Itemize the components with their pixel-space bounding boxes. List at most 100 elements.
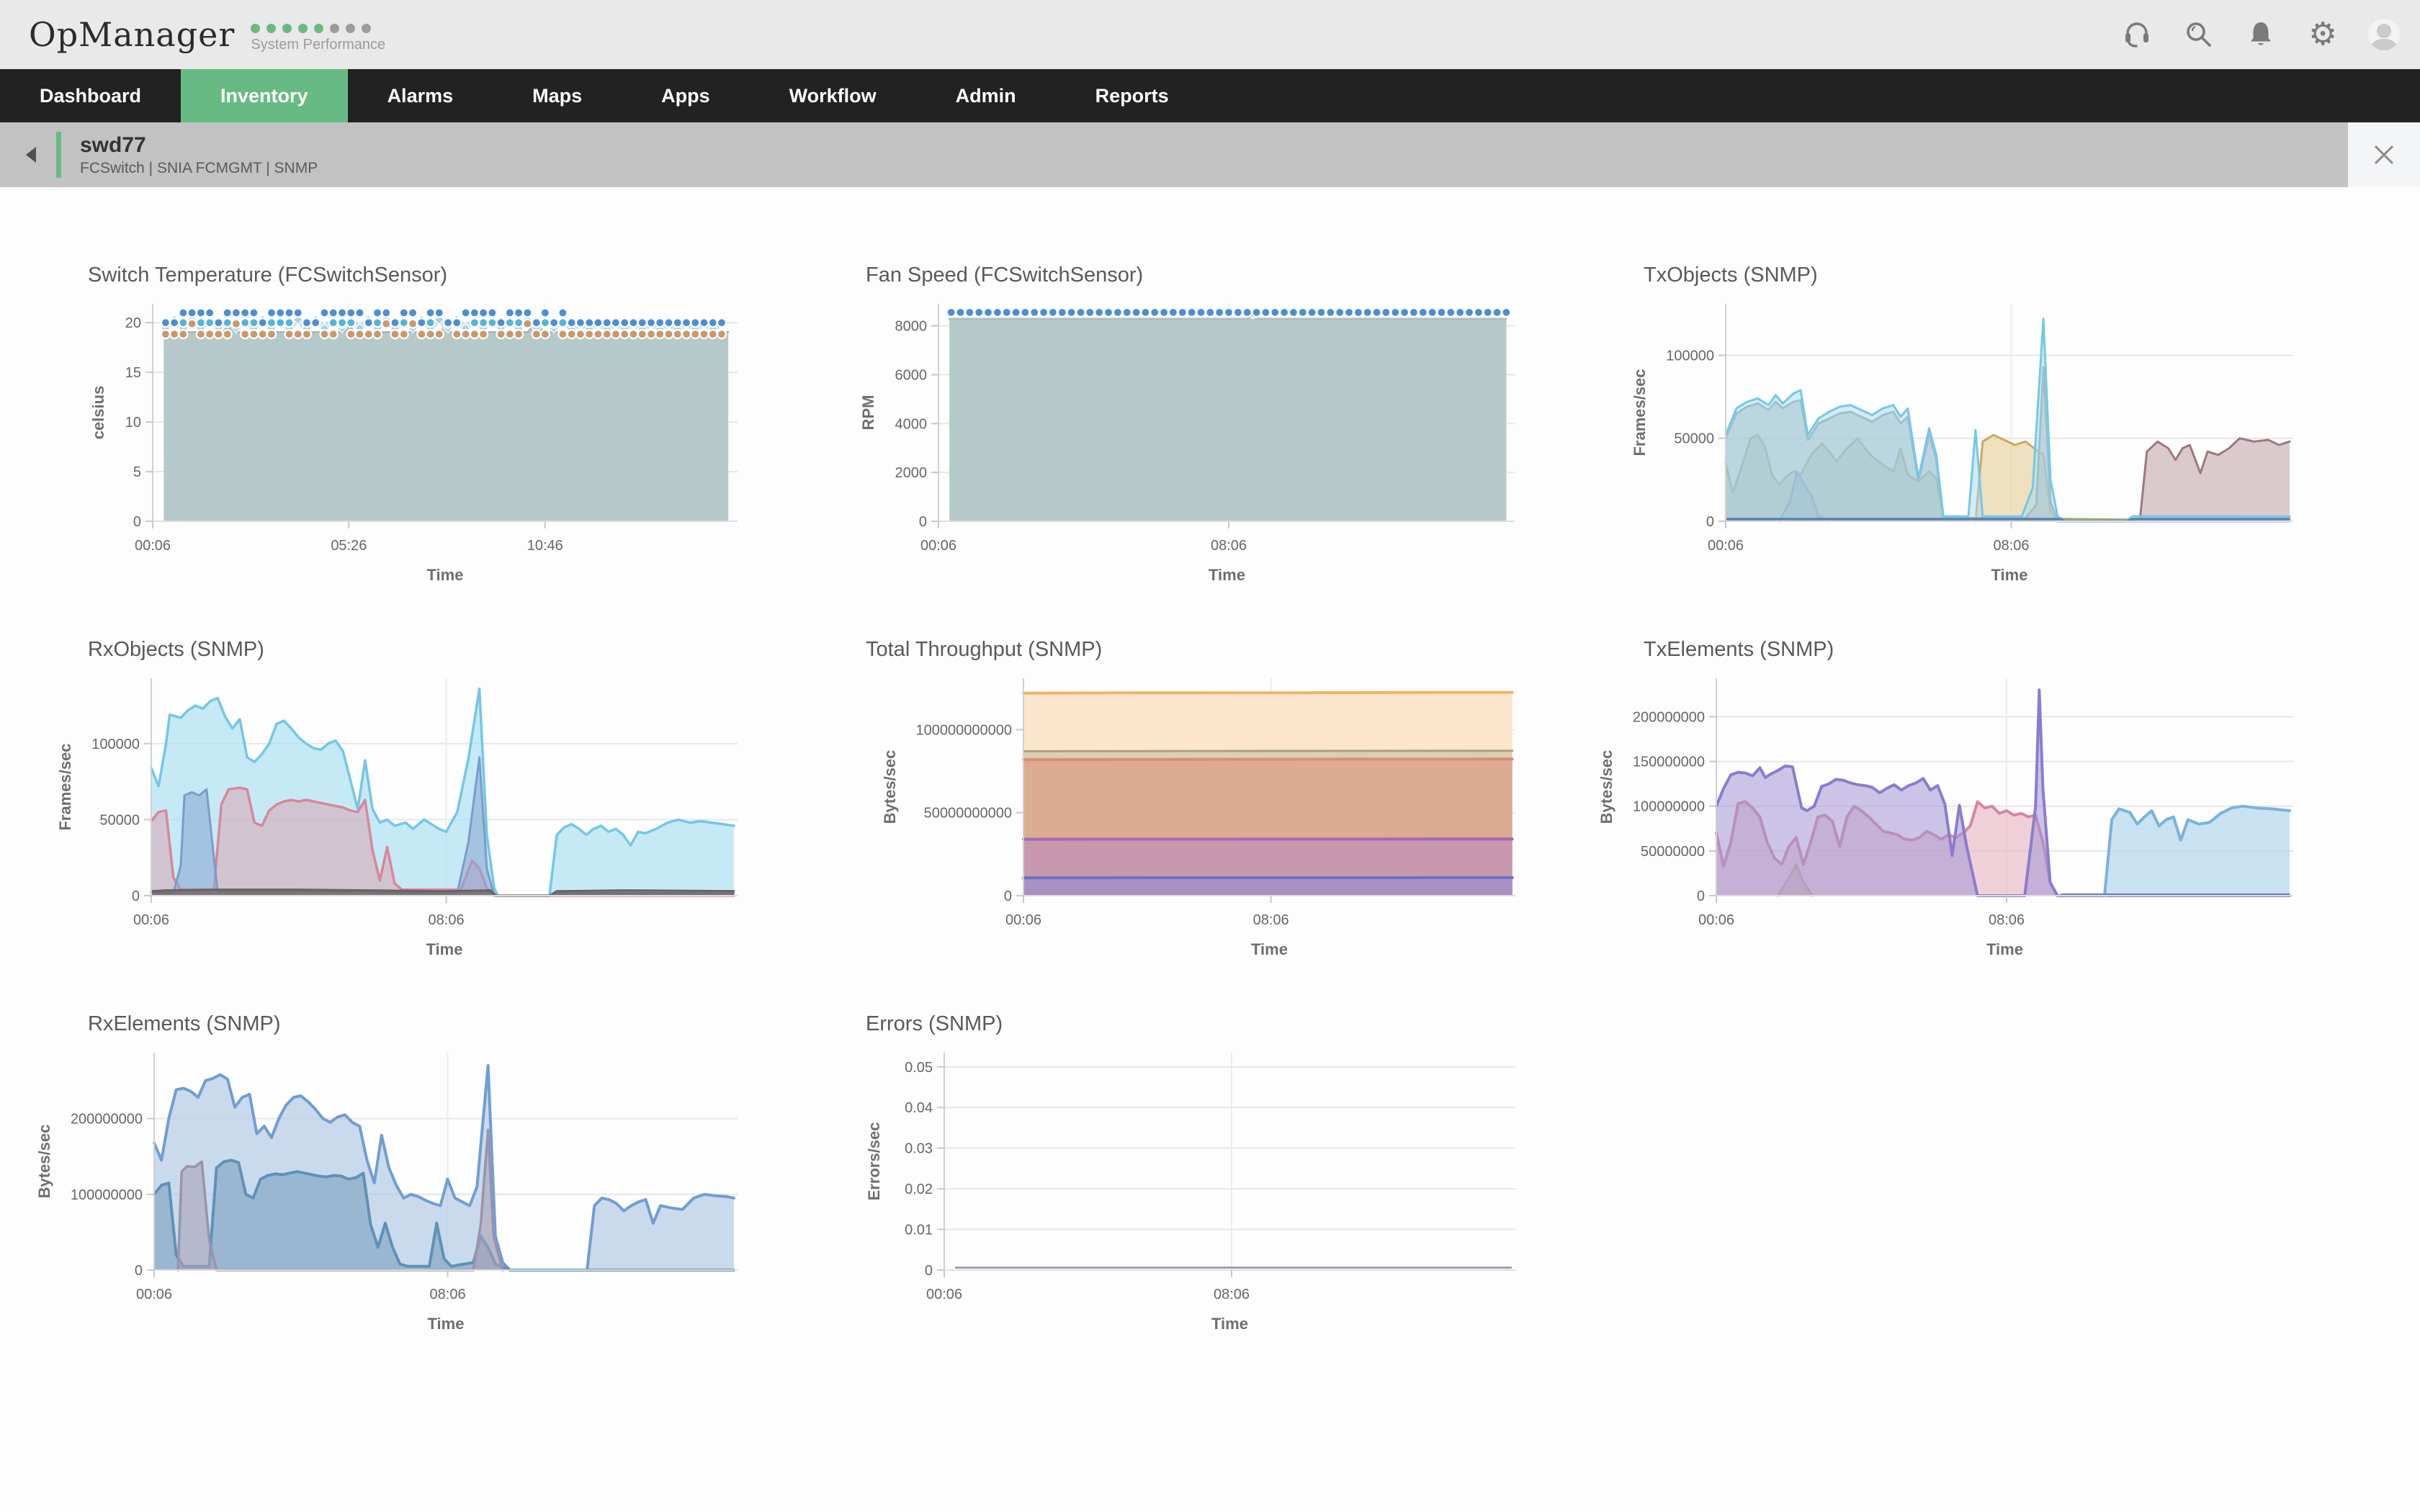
svg-text:10: 10	[125, 415, 141, 431]
svg-text:100000: 100000	[1666, 348, 1714, 364]
device-info-block: swd77 FCSwitch | SNIA FCMGMT | SNMP	[56, 132, 318, 178]
svg-text:Time: Time	[427, 566, 464, 584]
tab-maps[interactable]: Maps	[493, 69, 622, 122]
tab-workflow[interactable]: Workflow	[750, 69, 916, 122]
svg-text:15: 15	[125, 365, 141, 381]
close-icon	[2374, 145, 2394, 165]
chart-canvas-fan-speed[interactable]: 0 2000 4000 6000 8000 00:06 08:06 RPM Time	[859, 294, 1527, 589]
main-nav: Dashboard Inventory Alarms Maps Apps Workflow…	[0, 69, 2420, 122]
tab-dashboard[interactable]: Dashboard	[0, 69, 181, 122]
svg-text:Frames/sec: Frames/sec	[56, 743, 74, 830]
status-led-1	[251, 23, 261, 33]
app-header: OpManager System Performance ⚙	[0, 0, 2420, 69]
svg-text:0.05: 0.05	[905, 1060, 933, 1076]
svg-text:0: 0	[1706, 514, 1714, 530]
svg-text:08:06: 08:06	[1253, 912, 1289, 928]
status-led-7	[346, 23, 356, 33]
svg-text:08:06: 08:06	[430, 1287, 466, 1302]
chart-canvas-rx-elements[interactable]: 0 100000000 200000000 00:06 08:06 Bytes/sec Ti…	[35, 1043, 749, 1338]
chart-fan-speed: Fan Speed (FCSwitchSensor) 0 2000 4000 6000 8…	[859, 264, 1527, 589]
device-subheader: swd77 FCSwitch | SNIA FCMGMT | SNMP	[0, 122, 2420, 187]
chart-canvas-tx-elements[interactable]: 0 50000000 100000000 150000000 200000000 00:0…	[1597, 668, 2305, 963]
status-led-6	[330, 23, 340, 33]
svg-text:20: 20	[125, 315, 141, 331]
app-logo: OpManager	[29, 15, 236, 54]
chart-rx-objects: RxObjects (SNMP) 0 50000 100000 00:06 08:06 Fr…	[56, 638, 749, 963]
svg-text:50000000000: 50000000000	[924, 806, 1012, 822]
status-led-8	[362, 23, 372, 33]
svg-text:0.03: 0.03	[905, 1141, 933, 1157]
device-name: swd77	[80, 132, 146, 157]
svg-text:00:06: 00:06	[1708, 538, 1744, 554]
chart-title-fan-speed: Fan Speed (FCSwitchSensor)	[866, 264, 1144, 287]
svg-text:150000000: 150000000	[1633, 755, 1705, 770]
tab-admin[interactable]: Admin	[916, 69, 1056, 122]
svg-text:0: 0	[1697, 888, 1705, 904]
tab-inventory[interactable]: Inventory	[181, 69, 348, 122]
device-meta: FCSwitch | SNIA FCMGMT | SNMP	[80, 159, 318, 176]
chart-title-tx-elements: TxElements (SNMP)	[1644, 638, 1834, 661]
tab-apps[interactable]: Apps	[622, 69, 750, 122]
svg-text:200000000: 200000000	[1633, 709, 1705, 725]
svg-text:08:06: 08:06	[1989, 912, 2025, 928]
chart-canvas-errors[interactable]: 0 0.01 0.02 0.03 0.04 0.05 00:06 08:06 Errors/se…	[864, 1043, 1527, 1338]
chart-canvas-rx-objects[interactable]: 0 50000 100000 00:06 08:06 Frames/sec Time	[56, 668, 749, 963]
svg-text:0: 0	[135, 1263, 143, 1279]
svg-text:08:06: 08:06	[429, 912, 465, 928]
chart-rx-elements: RxElements (SNMP) 0 100000000 200000000 00:0…	[35, 1012, 749, 1338]
svg-text:Bytes/sec: Bytes/sec	[881, 750, 899, 824]
svg-text:00:06: 00:06	[1005, 912, 1041, 928]
svg-text:RPM: RPM	[859, 395, 877, 431]
notifications-bell-icon[interactable]	[2244, 18, 2277, 51]
svg-text:00:06: 00:06	[1698, 912, 1734, 928]
svg-text:100000: 100000	[91, 737, 140, 752]
svg-text:celsius: celsius	[89, 386, 107, 440]
main-content: Switch Temperature (FCSwitchSensor) 0 5 10 1…	[0, 187, 2420, 1338]
svg-text:Time: Time	[1991, 566, 2028, 584]
status-led-4	[298, 23, 308, 33]
chart-canvas-tx-objects[interactable]: 0 50000 100000 00:06 08:06 Frames/sec Time	[1631, 294, 2305, 589]
logo-subtitle-block: System Performance	[251, 23, 385, 53]
svg-text:Time: Time	[1211, 1315, 1248, 1333]
svg-text:50000: 50000	[1674, 431, 1714, 447]
back-button[interactable]	[20, 140, 42, 169]
svg-text:0: 0	[919, 514, 927, 530]
svg-text:0.02: 0.02	[905, 1182, 933, 1197]
tab-alarms[interactable]: Alarms	[348, 69, 493, 122]
svg-text:00:06: 00:06	[920, 538, 956, 554]
svg-text:08:06: 08:06	[1211, 538, 1247, 554]
svg-text:0: 0	[132, 888, 140, 904]
svg-text:2000: 2000	[895, 465, 928, 481]
close-button[interactable]	[2348, 122, 2420, 187]
svg-text:Time: Time	[1986, 940, 2023, 958]
tab-reports[interactable]: Reports	[1056, 69, 1209, 122]
support-headset-icon[interactable]	[2120, 18, 2154, 51]
svg-text:Time: Time	[1209, 566, 1245, 584]
svg-text:100000000000: 100000000000	[916, 722, 1012, 738]
search-icon[interactable]	[2182, 18, 2215, 51]
svg-text:08:06: 08:06	[1993, 538, 2029, 554]
chart-canvas-total-throughput[interactable]: 0 50000000000 100000000000 00:06 08:06 Bytes/…	[864, 668, 1527, 963]
svg-text:100000000: 100000000	[71, 1187, 143, 1203]
chart-title-total-throughput: Total Throughput (SNMP)	[866, 638, 1103, 661]
chart-errors: Errors (SNMP) 0 0.01 0.02 0.03 0.04 0.05 00:06 0…	[864, 1012, 1527, 1338]
settings-gear-icon[interactable]: ⚙	[2306, 18, 2339, 51]
svg-text:0.01: 0.01	[905, 1223, 933, 1238]
svg-text:Errors/sec: Errors/sec	[865, 1122, 883, 1201]
svg-text:100000000: 100000000	[1633, 799, 1705, 815]
svg-text:0: 0	[1004, 888, 1012, 904]
chart-tx-objects: TxObjects (SNMP) 0 50000 100000 00:06 08:06 Fr…	[1631, 264, 2305, 589]
svg-text:00:06: 00:06	[926, 1287, 962, 1302]
user-avatar[interactable]	[2368, 19, 2400, 50]
svg-text:50000: 50000	[99, 812, 140, 828]
svg-text:00:06: 00:06	[133, 912, 169, 928]
chart-tx-elements: TxElements (SNMP) 0 50000000 100000000 15000…	[1597, 638, 2305, 963]
svg-text:Time: Time	[1251, 940, 1288, 958]
status-led-5	[314, 23, 324, 33]
status-led-3	[282, 23, 292, 33]
chart-title-rx-objects: RxObjects (SNMP)	[88, 638, 264, 661]
svg-text:5: 5	[133, 464, 141, 480]
svg-text:00:06: 00:06	[135, 538, 171, 554]
chart-canvas-switch-temperature[interactable]: 0 5 10 15 20 00:06 05:26 10:46 celsius Time	[86, 294, 749, 589]
status-led-2	[266, 23, 277, 33]
